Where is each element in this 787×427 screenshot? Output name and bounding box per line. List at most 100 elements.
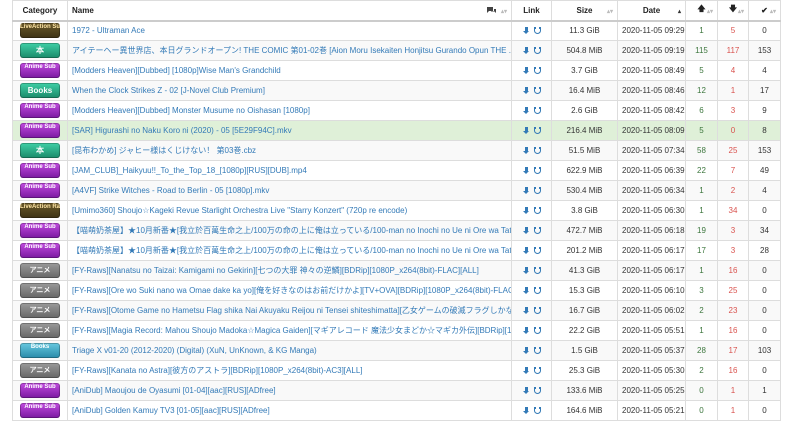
torrent-title-link[interactable]: [SAR] Higurashi no Naku Koro ni (2020) -… (72, 126, 292, 135)
download-icon[interactable] (522, 66, 530, 75)
torrent-title-link[interactable]: [昆布わかめ] ジャヒー様はくじけない！ 第03巻.cbz (72, 146, 256, 155)
category-badge-icon[interactable]: Books (20, 343, 60, 358)
download-icon[interactable] (522, 406, 530, 415)
torrent-title-link[interactable]: [JAM_CLUB]_Haikyuu!!_To_the_Top_18_[1080… (72, 166, 307, 175)
category-badge-icon[interactable]: LiveAction Sub (20, 23, 60, 39)
link-cell (511, 260, 552, 281)
magnet-icon[interactable] (533, 186, 541, 195)
torrent-title-link[interactable]: [A4VF] Strike Witches - Road to Berlin -… (72, 186, 269, 195)
category-badge-icon[interactable]: Anime Sub (20, 183, 60, 198)
download-icon[interactable] (522, 206, 530, 215)
download-icon[interactable] (522, 366, 530, 375)
torrent-title-link[interactable]: [FY-Raws][Kanata no Astra][彼方のアストラ][BDRi… (72, 366, 363, 375)
magnet-icon[interactable] (533, 206, 541, 215)
leechers-cell: 1 (717, 380, 749, 401)
magnet-icon[interactable] (533, 27, 541, 35)
magnet-icon[interactable] (533, 366, 541, 375)
magnet-icon[interactable] (533, 166, 541, 175)
magnet-icon[interactable] (533, 406, 541, 415)
torrent-title-link[interactable]: [Umimo360] Shoujo☆Kageki Revue Starlight… (72, 206, 407, 215)
torrent-title-link[interactable]: [FY-Raws][Ore wo Suki nano wa Omae dake … (72, 286, 511, 295)
category-badge-icon[interactable]: Anime Sub (20, 243, 60, 258)
torrent-title-link[interactable]: [FY-Raws][Magia Record: Mahou Shoujo Mad… (72, 326, 511, 335)
torrent-title-link[interactable]: [Modders Heaven][Dubbed] [1080p]Wise Man… (72, 66, 281, 75)
torrent-title-link[interactable]: Triage X v01-20 (2012-2020) (Digital) (X… (72, 346, 317, 355)
download-icon[interactable] (522, 106, 530, 115)
table-row: 本 [昆布わかめ] ジャヒー様はくじけない！ 第03巻.cbz 51.5 MiB… (12, 140, 781, 161)
torrent-title-link[interactable]: [AniDub] Golden Kamuy TV3 [01-05][aac][R… (72, 406, 270, 415)
download-icon[interactable] (522, 266, 530, 275)
download-icon[interactable] (522, 246, 530, 255)
magnet-icon[interactable] (533, 46, 541, 55)
column-header-date[interactable]: Date ▴ (617, 0, 686, 22)
category-badge-icon[interactable]: アニメ (20, 323, 60, 338)
column-header-name[interactable]: Name ▴▾ (67, 0, 512, 22)
category-badge-icon[interactable]: Anime Sub (20, 123, 60, 138)
download-icon[interactable] (522, 186, 530, 195)
category-badge-icon[interactable]: Anime Sub (20, 223, 60, 238)
download-icon[interactable] (522, 326, 530, 335)
download-icon[interactable] (522, 46, 530, 55)
download-icon[interactable] (522, 126, 530, 135)
size-cell: 16.4 MiB (551, 80, 618, 101)
download-icon[interactable] (522, 226, 530, 235)
category-badge-icon[interactable]: 本 (20, 43, 60, 58)
torrent-title-link[interactable]: アイテーヘー異世界店、本日グランドオープン! THE COMIC 第01-02巻… (72, 46, 511, 55)
category-badge-icon[interactable]: Anime Sub (20, 63, 60, 78)
name-cell: [AniDub] Maoujou de Oyasumi [01-04][aac]… (67, 380, 512, 401)
magnet-icon[interactable] (533, 266, 541, 275)
magnet-icon[interactable] (533, 386, 541, 395)
magnet-icon[interactable] (533, 126, 541, 135)
category-cell: Anime Sub (12, 220, 68, 241)
torrent-title-link[interactable]: [AniDub] Maoujou de Oyasumi [01-04][aac]… (72, 386, 276, 395)
magnet-icon[interactable] (533, 346, 541, 355)
category-badge-icon[interactable]: Anime Sub (20, 163, 60, 178)
column-header-size[interactable]: Size ▴▾ (551, 0, 618, 22)
torrent-title-link[interactable]: 1972 - Ultraman Ace (72, 26, 145, 35)
torrent-table: Category Name ▴▾ Link Size ▴▾ Date ▴ 🡅 ▴▾ 🡇… (12, 0, 781, 421)
category-badge-icon[interactable]: アニメ (20, 283, 60, 298)
download-icon[interactable] (522, 346, 530, 355)
torrent-title-link[interactable]: 【喵萌奶茶屋】★10月新番★[我立於百萬生命之上/100万の命の上に俺は立ってい… (72, 226, 511, 235)
magnet-icon[interactable] (533, 306, 541, 315)
download-icon[interactable] (522, 27, 530, 35)
category-badge-icon[interactable]: Books (20, 83, 60, 98)
torrent-title-link[interactable]: 【喵萌奶茶屋】★10月新番★[我立於百萬生命之上/100万の命の上に俺は立ってい… (72, 246, 511, 255)
comments-icon[interactable] (486, 6, 497, 17)
category-badge-icon[interactable]: LiveAction Raw (20, 203, 60, 218)
category-cell: Books (12, 80, 68, 101)
download-icon[interactable] (522, 166, 530, 175)
torrent-title-link[interactable]: [Modders Heaven][Dubbed] Monster Musume … (72, 106, 310, 115)
date-cell: 2020-11-05 06:10 (617, 280, 686, 301)
magnet-icon[interactable] (533, 106, 541, 115)
column-header-category[interactable]: Category (12, 0, 68, 22)
magnet-icon[interactable] (533, 246, 541, 255)
completed-cell: 1 (748, 380, 781, 401)
download-icon[interactable] (522, 286, 530, 295)
magnet-icon[interactable] (533, 326, 541, 335)
torrent-title-link[interactable]: [FY-Raws][Nanatsu no Taizai: Kamigami no… (72, 266, 479, 275)
torrent-title-link[interactable]: When the Clock Strikes Z - 02 [J-Novel C… (72, 86, 265, 95)
category-badge-icon[interactable]: アニメ (20, 303, 60, 318)
category-badge-icon[interactable]: 本 (20, 143, 60, 158)
magnet-icon[interactable] (533, 286, 541, 295)
download-icon[interactable] (522, 306, 530, 315)
download-icon[interactable] (522, 86, 530, 95)
sort-icon[interactable]: ▴▾ (501, 8, 507, 15)
category-badge-icon[interactable]: Anime Sub (20, 403, 60, 418)
category-badge-icon[interactable]: Anime Sub (20, 383, 60, 398)
category-badge-icon[interactable]: アニメ (20, 263, 60, 278)
magnet-icon[interactable] (533, 66, 541, 75)
column-header-seeders[interactable]: 🡅 ▴▾ (685, 0, 718, 22)
magnet-icon[interactable] (533, 146, 541, 155)
magnet-icon[interactable] (533, 86, 541, 95)
magnet-icon[interactable] (533, 226, 541, 235)
column-header-leechers[interactable]: 🡇 ▴▾ (717, 0, 749, 22)
column-header-completed[interactable]: ✔ ▴▾ (748, 0, 781, 22)
torrent-title-link[interactable]: [FY-Raws][Otome Game no Hametsu Flag shi… (72, 306, 511, 315)
download-icon[interactable] (522, 386, 530, 395)
download-icon[interactable] (522, 146, 530, 155)
category-badge-icon[interactable]: アニメ (20, 363, 60, 378)
category-badge-icon[interactable]: Anime Sub (20, 103, 60, 118)
size-cell: 472.7 MiB (551, 220, 618, 241)
